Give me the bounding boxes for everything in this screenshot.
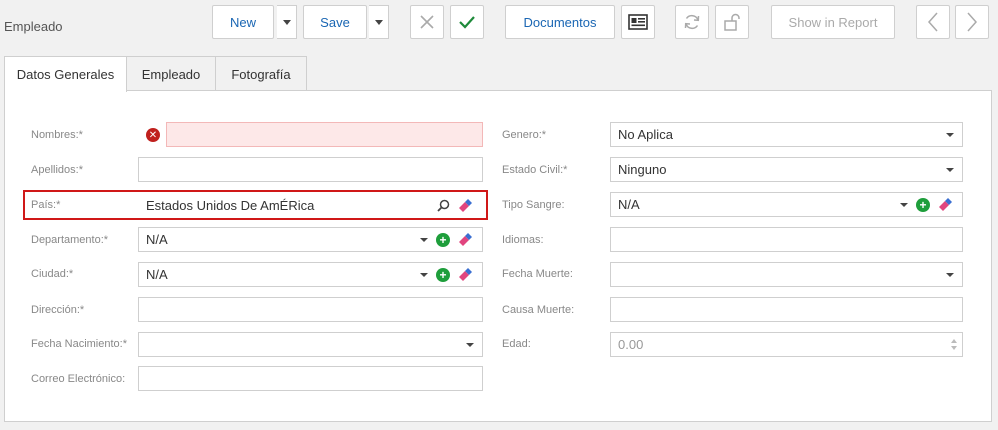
show-in-report-button[interactable]: Show in Report — [771, 5, 895, 39]
tab-bar: Datos Generales Empleado Fotografía — [4, 56, 307, 92]
next-button[interactable] — [955, 5, 989, 39]
causa-muerte-field[interactable] — [610, 297, 963, 322]
idiomas-label: Idiomas: — [502, 234, 544, 246]
pais-value: Estados Unidos De AmÉRica — [146, 198, 315, 213]
estado-civil-select[interactable]: Ninguno — [610, 157, 963, 182]
departamento-select[interactable]: N/A + — [138, 227, 483, 252]
card-view-button[interactable] — [621, 5, 655, 39]
unlock-icon — [724, 13, 740, 31]
documentos-button[interactable]: Documentos — [505, 5, 615, 39]
edad-spinner[interactable] — [951, 339, 962, 350]
chevron-down-icon[interactable] — [900, 202, 908, 207]
apellidos-label: Apellidos:* — [31, 164, 83, 176]
tab-datos-generales[interactable]: Datos Generales — [4, 56, 127, 92]
chevron-down-icon[interactable] — [420, 272, 428, 277]
causa-muerte-label: Causa Muerte: — [502, 304, 575, 316]
close-icon — [420, 15, 434, 29]
unlock-button[interactable] — [715, 5, 749, 39]
genero-label: Genero:* — [502, 129, 547, 141]
tipo-sangre-value: N/A — [618, 197, 640, 212]
chevron-down-icon[interactable] — [946, 167, 954, 172]
cancel-button[interactable] — [410, 5, 444, 39]
tab-empleado[interactable]: Empleado — [126, 56, 216, 91]
chevron-down-icon[interactable] — [946, 132, 954, 137]
id-card-icon — [628, 14, 648, 30]
apellidos-field[interactable] — [138, 157, 483, 182]
ciudad-value: N/A — [146, 267, 168, 282]
genero-select[interactable]: No Aplica — [610, 122, 963, 147]
correo-label: Correo Electrónico: — [31, 373, 126, 385]
pais-label: País:* — [31, 199, 61, 211]
direccion-label: Dirección:* — [31, 304, 85, 316]
chevron-down-icon[interactable] — [466, 342, 474, 347]
genero-value: No Aplica — [618, 127, 673, 142]
departamento-label: Departamento:* — [31, 234, 109, 246]
previous-button[interactable] — [916, 5, 950, 39]
fecha-muerte-label: Fecha Muerte: — [502, 268, 573, 280]
new-button[interactable]: New — [212, 5, 274, 39]
chevron-down-icon — [282, 19, 291, 25]
nombres-field[interactable] — [166, 122, 483, 147]
edad-field[interactable]: 0.00 — [610, 332, 963, 357]
fecha-nacimiento-label: Fecha Nacimiento:* — [31, 338, 127, 350]
eraser-icon[interactable] — [458, 198, 474, 213]
check-icon — [459, 16, 475, 29]
search-icon[interactable] — [437, 199, 450, 212]
estado-civil-value: Ninguno — [618, 162, 667, 177]
nombres-label: Nombres:* — [31, 129, 83, 141]
error-icon: ✕ — [146, 128, 160, 142]
new-dropdown-button[interactable] — [277, 5, 297, 39]
pais-field[interactable]: Estados Unidos De AmÉRica — [138, 193, 483, 218]
eraser-icon[interactable] — [458, 267, 474, 282]
chevron-down-icon[interactable] — [946, 272, 954, 277]
save-dropdown-button[interactable] — [369, 5, 389, 39]
add-icon[interactable]: + — [436, 232, 450, 247]
refresh-button[interactable] — [675, 5, 709, 39]
fecha-muerte-picker[interactable] — [610, 262, 963, 287]
add-icon[interactable]: + — [436, 267, 450, 282]
add-icon[interactable]: + — [916, 197, 930, 212]
chevron-down-icon — [374, 19, 383, 25]
eraser-icon[interactable] — [458, 232, 474, 247]
ciudad-label: Ciudad:* — [31, 268, 74, 280]
page-title: Empleado — [4, 19, 63, 34]
edad-value: 0.00 — [618, 337, 644, 352]
fecha-nacimiento-picker[interactable] — [138, 332, 483, 357]
chevron-left-icon — [927, 12, 938, 32]
departamento-value: N/A — [146, 232, 168, 247]
estado-civil-label: Estado Civil:* — [502, 164, 568, 176]
refresh-icon — [684, 14, 700, 30]
correo-field[interactable] — [138, 366, 483, 391]
spin-up-icon[interactable] — [951, 339, 957, 343]
confirm-button[interactable] — [450, 5, 484, 39]
spin-down-icon[interactable] — [951, 346, 957, 350]
idiomas-field[interactable] — [610, 227, 963, 252]
chevron-right-icon — [967, 12, 978, 32]
ciudad-select[interactable]: N/A + — [138, 262, 483, 287]
chevron-down-icon[interactable] — [420, 237, 428, 242]
tipo-sangre-select[interactable]: N/A + — [610, 192, 963, 217]
edad-label: Edad: — [502, 338, 531, 350]
tab-fotografia[interactable]: Fotografía — [215, 56, 307, 91]
direccion-field[interactable] — [138, 297, 483, 322]
save-button[interactable]: Save — [303, 5, 367, 39]
tipo-sangre-label: Tipo Sangre: — [502, 199, 565, 211]
eraser-icon[interactable] — [938, 197, 954, 212]
